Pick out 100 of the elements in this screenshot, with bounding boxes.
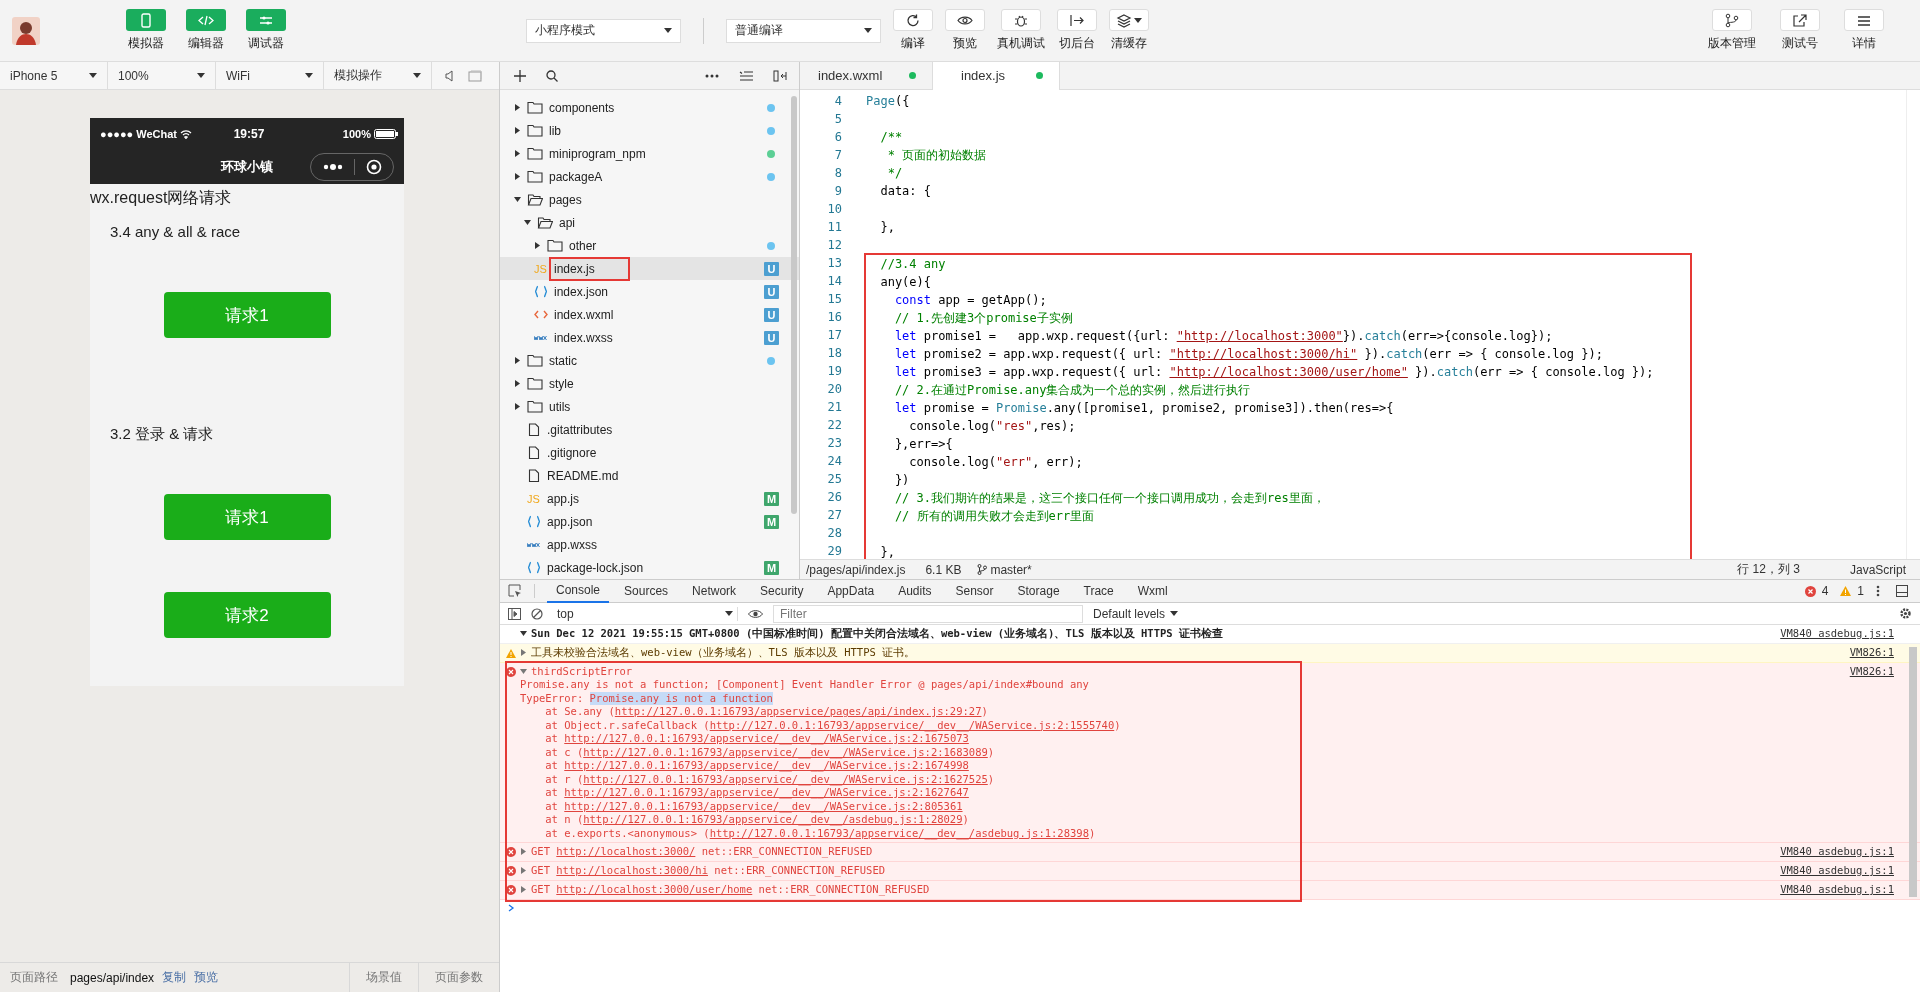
git-status-badge: M xyxy=(764,491,779,506)
levels-dropdown[interactable]: Default levels xyxy=(1093,606,1179,621)
file-tree-item[interactable]: utils xyxy=(500,395,799,418)
device-dropdown[interactable]: iPhone 5 xyxy=(0,61,108,90)
settings-icon[interactable] xyxy=(1899,607,1912,620)
footer-link[interactable]: 复制 xyxy=(162,969,187,986)
sidebar-toggle-icon[interactable] xyxy=(508,607,521,620)
code-line: let promise = Promise.any([promise1, promise2, promise3]).then(res=>{ xyxy=(893,401,1394,415)
clear-icon[interactable] xyxy=(531,607,543,620)
speaker-icon[interactable] xyxy=(444,69,456,82)
file-tree-item[interactable]: app.wxss xyxy=(500,533,799,556)
collapse-list-icon[interactable] xyxy=(739,70,753,81)
toolbar-button[interactable]: 版本管理 xyxy=(1708,9,1756,52)
more-vertical-icon[interactable] xyxy=(1876,585,1880,597)
file-tree-item[interactable]: package-lock.json M xyxy=(500,556,799,579)
file-tree-item[interactable]: JS app.js M xyxy=(500,487,799,510)
console-link[interactable]: http://127.0.0.1:16793/appservice/__dev__/WAService.js:2:1674998 xyxy=(564,759,969,773)
devtools-tab[interactable]: Audits xyxy=(889,579,941,603)
file-tree-item[interactable]: .gitattributes xyxy=(500,418,799,441)
file-tree-item[interactable]: components xyxy=(500,96,799,119)
file-tree-item[interactable]: app.json M xyxy=(500,510,799,533)
device-dropdown[interactable]: 模拟操作 xyxy=(324,61,432,90)
source-link[interactable]: VM826:1 xyxy=(1849,645,1894,658)
toolbar-button[interactable]: 真机调试 xyxy=(997,9,1045,52)
source-link[interactable]: VM840 asdebug.js:1 xyxy=(1780,864,1894,876)
file-tree-item[interactable]: JS index.js U xyxy=(500,257,799,280)
console-link[interactable]: http://127.0.0.1:16793/appservice/__dev__/WAService.js:2:1675073 xyxy=(564,732,969,746)
file-tree-item[interactable]: README.md xyxy=(500,464,799,487)
eye-icon[interactable] xyxy=(748,608,763,619)
inspect-icon[interactable] xyxy=(508,584,522,598)
source-link[interactable]: VM840 asdebug.js:1 xyxy=(1780,845,1894,857)
file-tree-item[interactable]: static xyxy=(500,349,799,372)
line-number: 4 xyxy=(833,93,843,110)
search-icon[interactable] xyxy=(546,69,558,82)
console-message: at c (http://127.0.0.1:16793/appservice/__dev__/WAService.js:2:1683089) xyxy=(544,745,996,759)
console-link[interactable]: http://127.0.0.1:16793/appservice/__dev__/asdebug.js:1:28398 xyxy=(709,826,1089,840)
console-link[interactable]: http://127.0.0.1:16793/appservice/__dev__/WAService.js:2:805361 xyxy=(564,799,963,813)
devtools-tab[interactable]: Security xyxy=(751,579,813,603)
devtools-tab[interactable]: Network xyxy=(683,579,746,603)
console-link[interactable]: http://localhost:3000/ xyxy=(556,845,696,859)
line-number: 29 xyxy=(826,543,843,559)
git-branch[interactable]: master* xyxy=(990,562,1032,577)
footer-tab[interactable]: 页面参数 xyxy=(418,963,499,992)
footer-link[interactable]: 预览 xyxy=(194,969,219,986)
device-dropdown[interactable]: 100% xyxy=(108,61,216,90)
compile-dropdown[interactable]: 普通编译 xyxy=(726,18,881,43)
path-label: 页面路径 xyxy=(10,969,58,986)
console-message: GET http://localhost:3000/hi net::ERR_CONNECTION_REFUSED xyxy=(520,864,1771,878)
devtools-tab[interactable]: AppData xyxy=(818,579,884,603)
file-tree-item[interactable]: packageA xyxy=(500,165,799,188)
more-icon[interactable] xyxy=(705,73,719,78)
folder-icon xyxy=(547,239,563,252)
console-link[interactable]: http://127.0.0.1:16793/appservice/__dev__/WAService.js:2:1555740 xyxy=(709,718,1115,732)
caret-icon xyxy=(1134,17,1142,23)
console-link[interactable]: http://localhost:3000/user/home xyxy=(556,883,753,897)
devtools-tab[interactable]: Sensor xyxy=(946,579,1003,603)
add-icon[interactable] xyxy=(514,69,526,82)
file-size: 6.1 KB xyxy=(925,562,962,577)
console-link[interactable]: http://127.0.0.1:16793/appservice/pages/api/index.js:29:27 xyxy=(614,705,982,719)
line-number: 20 xyxy=(826,381,843,398)
layers-icon xyxy=(1116,12,1132,28)
split-view-icon[interactable] xyxy=(773,69,787,82)
cursor-position[interactable]: 行 12，列 3 xyxy=(1737,561,1800,578)
file-tree-item[interactable]: api xyxy=(500,211,799,234)
devtools-tab[interactable]: Console xyxy=(547,579,610,603)
filter-field[interactable]: Filter xyxy=(773,604,1083,623)
devtools-tab[interactable]: Sources xyxy=(615,579,678,603)
dock-icon[interactable] xyxy=(1896,585,1908,597)
footer-tab[interactable]: 场景值 xyxy=(349,963,418,992)
console-message: at Object.r.safeCallback (http://127.0.0.1:16793/appservice/__dev__/WAService.js:2:1555740) xyxy=(544,718,1122,732)
console-link[interactable]: http://127.0.0.1:16793/appservice/__dev__/WAService.js:2:1627647 xyxy=(564,786,969,800)
source-link[interactable]: VM840 asdebug.js:1 xyxy=(1780,883,1894,895)
language-mode[interactable]: JavaScript xyxy=(1849,562,1906,577)
line-number: 9 xyxy=(833,183,843,200)
console-message: thirdScriptError xyxy=(520,664,1840,678)
mode-dropdown[interactable]: 小程序模式 xyxy=(526,18,681,43)
file-tree-item[interactable]: index.wxml U xyxy=(500,303,799,326)
device-dropdown[interactable]: WiFi xyxy=(216,61,324,90)
file-tree-item[interactable]: pages xyxy=(500,188,799,211)
source-link[interactable]: VM826:1 xyxy=(1849,664,1894,677)
console-link[interactable]: http://127.0.0.1:16793/appservice/__dev__/WAService.js:2:1683089 xyxy=(583,745,988,759)
line-number: 24 xyxy=(826,453,843,470)
branch-icon xyxy=(977,564,988,575)
file-tree-item[interactable]: index.wxss U xyxy=(500,326,799,349)
devtools-tab[interactable]: Storage xyxy=(1008,579,1069,603)
console-link[interactable]: http://127.0.0.1:16793/appservice/__dev__/WAService.js:2:1627525 xyxy=(583,772,988,786)
context-dropdown[interactable]: top xyxy=(553,606,738,621)
file-tree-item[interactable]: miniprogram_npm xyxy=(500,142,799,165)
console-link[interactable]: http://localhost:3000/hi xyxy=(556,864,708,878)
file-tree-item[interactable]: style xyxy=(500,372,799,395)
file-tree-item[interactable]: lib xyxy=(500,119,799,142)
console-link[interactable]: http://127.0.0.1:16793/appservice/__dev__/asdebug.js:1:28029 xyxy=(583,813,963,827)
devtools-tab[interactable]: Wxml xyxy=(1128,579,1177,603)
file-tree-item[interactable]: .gitignore xyxy=(500,441,799,464)
file-tree-item[interactable]: other xyxy=(500,234,799,257)
editor-tab[interactable]: index.js xyxy=(933,62,1060,90)
file-tree-item[interactable]: index.json U xyxy=(500,280,799,303)
devtools-tab[interactable]: Trace xyxy=(1074,579,1123,603)
git-status-badge: U xyxy=(764,330,779,345)
source-link[interactable]: VM840 asdebug.js:1 xyxy=(1780,627,1894,639)
